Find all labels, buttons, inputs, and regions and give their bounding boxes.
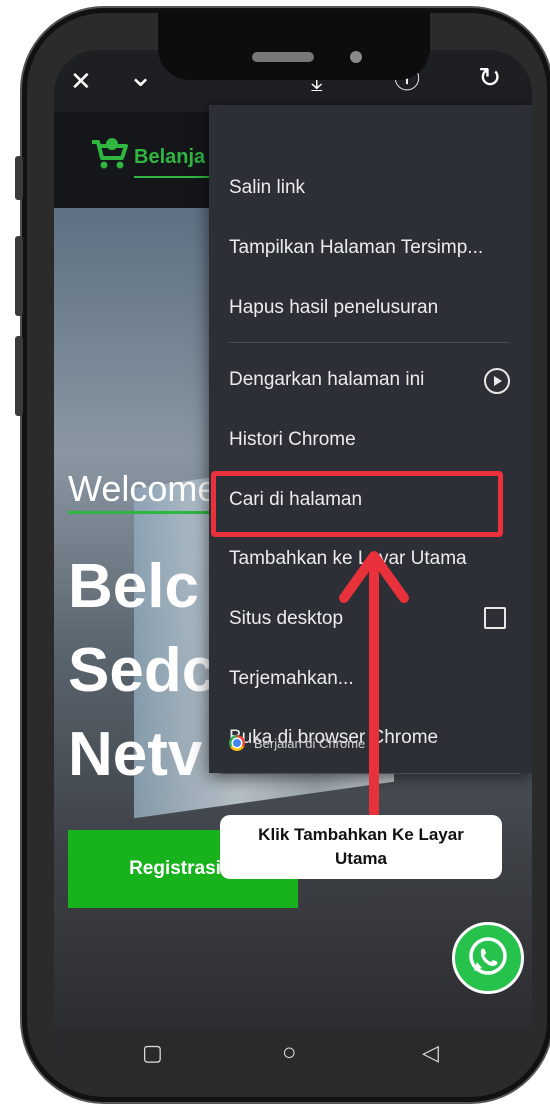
hero-headline-line2: Sedc [68, 636, 217, 705]
chevron-down-icon[interactable]: ⌄ [128, 62, 153, 92]
reload-icon[interactable]: ↻ [478, 64, 501, 92]
annotation-arrow [339, 551, 409, 818]
back-icon[interactable]: ◁ [422, 1040, 439, 1066]
annotation-callout: Klik Tambahkan Ke Layar Utama [220, 815, 502, 879]
phone-volume-down [15, 336, 23, 416]
hero-headline-line1: Belc [68, 552, 199, 621]
play-circle-icon [484, 368, 510, 394]
phone-camera [350, 51, 362, 63]
welcome-underline [68, 511, 228, 514]
chrome-icon [229, 735, 245, 751]
hero-headline-line3: Netv [68, 720, 203, 789]
home-icon[interactable]: ○ [282, 1039, 297, 1067]
desktop-site-checkbox[interactable] [484, 607, 506, 629]
whatsapp-button[interactable] [452, 922, 524, 994]
highlight-box [211, 471, 503, 537]
phone-speaker [252, 52, 314, 62]
phone-volume-up [15, 236, 23, 316]
menu-item-listen-page[interactable]: Dengarkan halaman ini [229, 369, 424, 391]
site-logo[interactable]: Belanja [134, 146, 205, 169]
phone-notch [158, 10, 430, 80]
menu-item-clear-search[interactable]: Hapus hasil penelusuran [229, 297, 438, 319]
cart-icon [90, 136, 130, 172]
hero-welcome: Welcome [68, 468, 218, 509]
phone-side-button [15, 156, 23, 200]
recents-icon[interactable]: ▢ [142, 1040, 163, 1066]
whatsapp-icon [469, 937, 507, 975]
callout-line1: Klik Tambahkan Ke Layar [258, 825, 464, 844]
menu-item-saved-pages[interactable]: Tampilkan Halaman Tersimp... [229, 237, 483, 259]
menu-item-copy-link[interactable]: Salin link [229, 177, 305, 199]
menu-divider [229, 342, 509, 343]
phone-screen: ✕ ⌄ ⤓ ⓘ ↻ Belanja Welcome Belc Sedc Netv… [54, 50, 532, 1080]
close-icon[interactable]: ✕ [70, 68, 92, 94]
callout-line2: Utama [335, 849, 387, 868]
menu-item-chrome-history[interactable]: Histori Chrome [229, 429, 356, 451]
logo-underline [134, 176, 214, 178]
